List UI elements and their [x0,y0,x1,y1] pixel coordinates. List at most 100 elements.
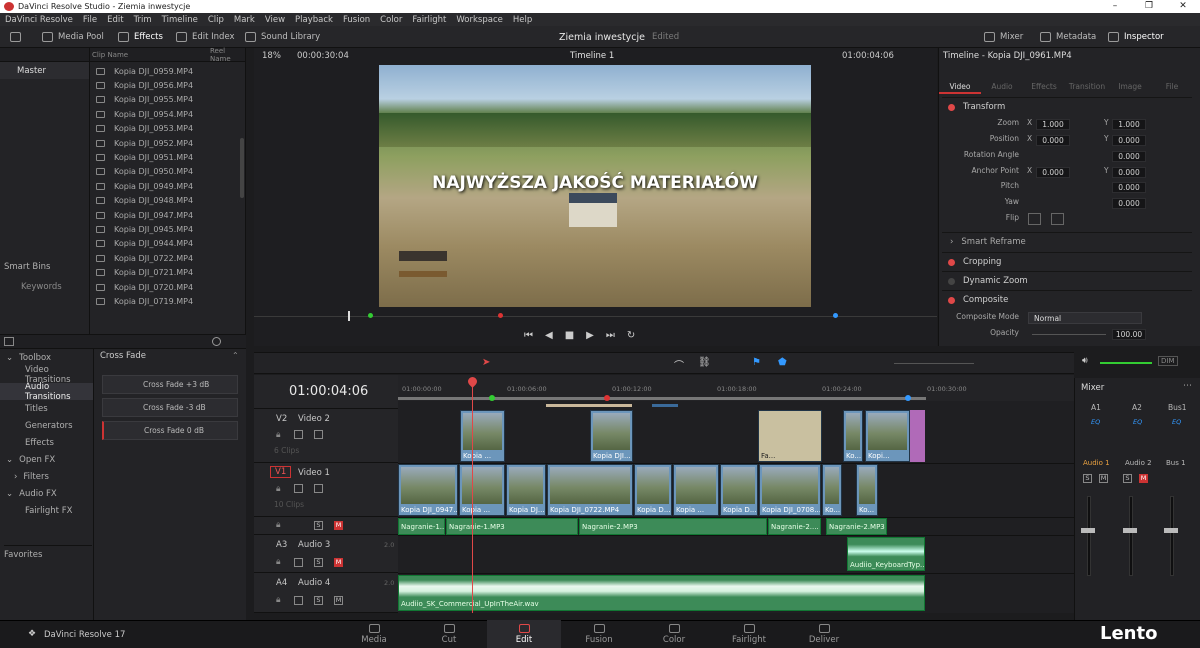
eq-a1-button[interactable]: EQ [1091,418,1100,426]
composite-section[interactable]: Composite [942,290,1192,309]
page-fusion[interactable]: Fusion [562,620,636,648]
menu-timeline[interactable]: Timeline [157,15,203,25]
page-cut[interactable]: Cut [412,620,486,648]
list-item[interactable]: Kopia DJI_0945.MP4 [90,222,245,236]
eq-bus1-button[interactable]: EQ [1172,418,1181,426]
solo-button[interactable]: S [314,596,323,605]
anchor-y-input[interactable]: 0.000 [1112,167,1146,178]
rotation-input[interactable]: 0.000 [1112,151,1146,162]
flip-horizontal-icon[interactable] [1028,213,1041,225]
track-a3-header[interactable]: A3 Audio 3 2.0 🔒︎ S M [254,535,398,573]
page-fairlight[interactable]: Fairlight [712,620,786,648]
v2-fusion-clip[interactable]: Fa... [758,410,822,462]
column-reel-name[interactable]: Reel Name [210,47,245,63]
opacity-slider[interactable] [1032,334,1106,335]
list-item[interactable]: Kopia DJI_0956.MP4 [90,78,245,92]
stop-icon[interactable]: ■ [565,330,586,341]
menu-file[interactable]: File [78,15,102,25]
open-fx-group[interactable]: ⌄ Open FX [0,451,93,468]
a2-clip[interactable]: Nagranie-1... [398,518,445,535]
monitor-icon[interactable] [10,32,21,42]
menu-workspace[interactable]: Workspace [451,15,507,25]
viewer-frame[interactable]: NAJWYŻSZA JAKOŚĆ MATERIAŁÓW [379,65,811,307]
list-item[interactable]: Kopia DJI_0947.MP4 [90,208,245,222]
fx-video-transitions[interactable]: Video Transitions [0,365,93,385]
maximize-button[interactable]: ❐ [1132,0,1166,13]
menu-view[interactable]: View [260,15,290,25]
a2-clip[interactable]: Nagranie-2.... [768,518,821,535]
edit-index-button[interactable]: Edit Index [176,26,235,48]
master-volume-slider[interactable] [1100,362,1152,364]
marker-icon[interactable]: ⬟ [778,357,787,368]
menu-color[interactable]: Color [375,15,407,25]
fx-fairlight[interactable]: Fairlight FX [0,502,93,519]
v1-clip[interactable]: Kopia DJI_0947... [398,464,458,516]
disable-track-icon[interactable] [314,430,323,439]
fader-bus1[interactable] [1170,496,1174,576]
solo-a2-button[interactable]: S [1123,474,1132,483]
list-item[interactable]: Kopia DJI_0951.MP4 [90,150,245,164]
fader-a1[interactable] [1087,496,1091,576]
a3-clip[interactable]: Audiio_KeyboardTyp... [847,537,925,571]
page-deliver[interactable]: Deliver [787,620,861,648]
dynamic-zoom-section[interactable]: Dynamic Zoom [942,271,1192,290]
page-media[interactable]: Media [337,620,411,648]
menu-fusion[interactable]: Fusion [338,15,375,25]
v2-clip[interactable]: Kopia ... [460,410,505,462]
zoom-y-input[interactable]: 1.000 [1112,119,1146,130]
fader-knob[interactable] [1164,528,1178,533]
v1-clip[interactable]: Kopia ... [673,464,719,516]
mixer-toggle[interactable]: Mixer [984,26,1023,48]
flag-icon[interactable]: ⚑ [752,357,761,368]
inspector-toggle[interactable]: Inspector [1108,26,1164,48]
pitch-input[interactable]: 0.000 [1112,182,1146,193]
enable-toggle-icon[interactable] [948,277,955,285]
zoom-slider[interactable] [894,363,974,364]
jump-end-icon[interactable]: ⏭ [606,330,627,341]
scrubber-playhead[interactable] [348,311,350,321]
fader-knob[interactable] [1123,528,1137,533]
search-icon[interactable] [212,337,221,346]
fx-titles[interactable]: Titles [0,400,93,417]
bin-master[interactable]: Master [0,62,89,79]
timeline-playhead[interactable] [472,379,473,613]
track-v2-header[interactable]: V2 Video 2 🔒︎ 6 Clips [254,409,398,463]
v1-clip[interactable]: Kopia DJI_0722.MP4 [547,464,633,516]
menu-davinci[interactable]: DaVinci Resolve [0,15,78,25]
cross-fade-plus3[interactable]: Cross Fade +3 dB [102,375,238,394]
solo-button[interactable]: S [314,558,323,567]
play-icon[interactable]: ▶ [586,330,606,341]
mute-a1-button[interactable]: M [1099,474,1108,483]
options-icon[interactable]: ⋯ [1183,381,1192,391]
fader-knob[interactable] [1081,528,1095,533]
mute-a2-button[interactable]: M [1139,474,1148,483]
snapping-icon[interactable]: ⌒ [674,357,684,372]
v1-clip[interactable]: Kopia ... [459,464,505,516]
a2-clip[interactable]: Nagranie-1.MP3 [446,518,578,535]
list-item[interactable]: Kopia DJI_0722.MP4 [90,251,245,265]
metadata-toggle[interactable]: Metadata [1040,26,1096,48]
cross-fade-minus3[interactable]: Cross Fade -3 dB [102,398,238,417]
cropping-section[interactable]: Cropping [942,252,1192,271]
menu-help[interactable]: Help [508,15,537,25]
a4-clip[interactable]: Audiio_SK_Commercial_UpInTheAir.wav [398,575,925,611]
zoom-level[interactable]: 18% [262,51,281,61]
list-item[interactable]: Kopia DJI_0954.MP4 [90,107,245,121]
zoom-x-input[interactable]: 1.000 [1036,119,1070,130]
audio-fx-group[interactable]: ⌄ Audio FX [0,485,93,502]
position-y-input[interactable]: 0.000 [1112,135,1146,146]
solo-button[interactable]: S [314,521,323,530]
disable-track-icon[interactable] [314,484,323,493]
fx-generators[interactable]: Generators [0,417,93,434]
list-item[interactable]: Kopia DJI_0959.MP4 [90,64,245,78]
lock-icon[interactable]: 🔒︎ [276,520,281,530]
list-scrollbar[interactable] [240,138,244,198]
opacity-input[interactable]: 100.00 [1112,329,1146,340]
list-item[interactable]: Kopia DJI_0952.MP4 [90,136,245,150]
toolbox-group[interactable]: ⌄ Toolbox [0,349,93,366]
v2-adjustment-clip[interactable] [910,410,925,462]
v1-clip[interactable]: Kopia D... [720,464,758,516]
enable-toggle-icon[interactable] [948,103,955,111]
transform-section[interactable]: Transform [942,97,1192,116]
position-x-input[interactable]: 0.000 [1036,135,1070,146]
